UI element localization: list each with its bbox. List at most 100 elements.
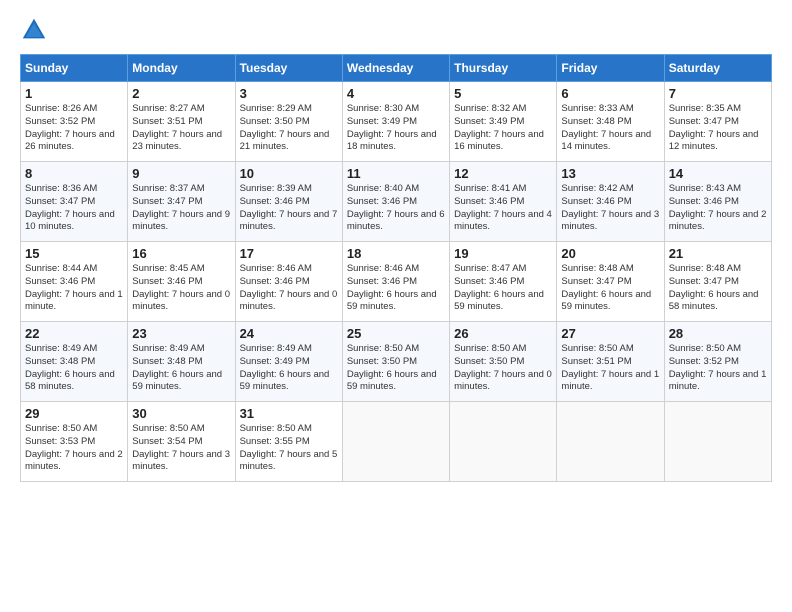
- calendar-cell: 27 Sunrise: 8:50 AM Sunset: 3:51 PM Dayl…: [557, 322, 664, 402]
- calendar-page: SundayMondayTuesdayWednesdayThursdayFrid…: [0, 0, 792, 612]
- daylight-text: Daylight: 7 hours and 2 minutes.: [25, 449, 123, 473]
- calendar-cell: 15 Sunrise: 8:44 AM Sunset: 3:46 PM Dayl…: [21, 242, 128, 322]
- sunset-text: Sunset: 3:53 PM: [25, 436, 95, 447]
- calendar-week-5: 29 Sunrise: 8:50 AM Sunset: 3:53 PM Dayl…: [21, 402, 772, 482]
- sunset-text: Sunset: 3:49 PM: [347, 116, 417, 127]
- sunset-text: Sunset: 3:47 PM: [669, 116, 739, 127]
- sunrise-text: Sunrise: 8:50 AM: [25, 423, 97, 434]
- sunrise-text: Sunrise: 8:50 AM: [669, 343, 741, 354]
- cell-content: Sunrise: 8:50 AM Sunset: 3:52 PM Dayligh…: [669, 343, 767, 394]
- daylight-text: Daylight: 6 hours and 58 minutes.: [669, 289, 759, 313]
- weekday-header-saturday: Saturday: [664, 55, 771, 82]
- daylight-text: Daylight: 7 hours and 9 minutes.: [132, 209, 230, 233]
- sunset-text: Sunset: 3:46 PM: [132, 276, 202, 287]
- cell-content: Sunrise: 8:44 AM Sunset: 3:46 PM Dayligh…: [25, 263, 123, 314]
- daylight-text: Daylight: 7 hours and 1 minute.: [561, 369, 659, 393]
- day-number: 10: [240, 166, 338, 181]
- calendar-cell: 23 Sunrise: 8:49 AM Sunset: 3:48 PM Dayl…: [128, 322, 235, 402]
- calendar-cell: 22 Sunrise: 8:49 AM Sunset: 3:48 PM Dayl…: [21, 322, 128, 402]
- daylight-text: Daylight: 7 hours and 0 minutes.: [454, 369, 552, 393]
- sunrise-text: Sunrise: 8:46 AM: [240, 263, 312, 274]
- sunset-text: Sunset: 3:46 PM: [669, 196, 739, 207]
- calendar-cell: 17 Sunrise: 8:46 AM Sunset: 3:46 PM Dayl…: [235, 242, 342, 322]
- cell-content: Sunrise: 8:46 AM Sunset: 3:46 PM Dayligh…: [347, 263, 445, 314]
- calendar-cell: 8 Sunrise: 8:36 AM Sunset: 3:47 PM Dayli…: [21, 162, 128, 242]
- day-number: 31: [240, 406, 338, 421]
- calendar-cell: 7 Sunrise: 8:35 AM Sunset: 3:47 PM Dayli…: [664, 82, 771, 162]
- sunrise-text: Sunrise: 8:26 AM: [25, 103, 97, 114]
- day-number: 11: [347, 166, 445, 181]
- calendar-cell: [664, 402, 771, 482]
- sunrise-text: Sunrise: 8:49 AM: [25, 343, 97, 354]
- day-number: 19: [454, 246, 552, 261]
- day-number: 6: [561, 86, 659, 101]
- sunset-text: Sunset: 3:46 PM: [240, 276, 310, 287]
- cell-content: Sunrise: 8:50 AM Sunset: 3:51 PM Dayligh…: [561, 343, 659, 394]
- sunrise-text: Sunrise: 8:48 AM: [561, 263, 633, 274]
- cell-content: Sunrise: 8:45 AM Sunset: 3:46 PM Dayligh…: [132, 263, 230, 314]
- calendar-cell: 28 Sunrise: 8:50 AM Sunset: 3:52 PM Dayl…: [664, 322, 771, 402]
- cell-content: Sunrise: 8:42 AM Sunset: 3:46 PM Dayligh…: [561, 183, 659, 234]
- daylight-text: Daylight: 7 hours and 16 minutes.: [454, 129, 544, 153]
- day-number: 18: [347, 246, 445, 261]
- day-number: 29: [25, 406, 123, 421]
- calendar-cell: 2 Sunrise: 8:27 AM Sunset: 3:51 PM Dayli…: [128, 82, 235, 162]
- cell-content: Sunrise: 8:27 AM Sunset: 3:51 PM Dayligh…: [132, 103, 230, 154]
- cell-content: Sunrise: 8:40 AM Sunset: 3:46 PM Dayligh…: [347, 183, 445, 234]
- daylight-text: Daylight: 6 hours and 59 minutes.: [132, 369, 222, 393]
- cell-content: Sunrise: 8:48 AM Sunset: 3:47 PM Dayligh…: [561, 263, 659, 314]
- sunset-text: Sunset: 3:46 PM: [25, 276, 95, 287]
- sunset-text: Sunset: 3:46 PM: [561, 196, 631, 207]
- calendar-body: 1 Sunrise: 8:26 AM Sunset: 3:52 PM Dayli…: [21, 82, 772, 482]
- day-number: 30: [132, 406, 230, 421]
- calendar-cell: 5 Sunrise: 8:32 AM Sunset: 3:49 PM Dayli…: [450, 82, 557, 162]
- sunrise-text: Sunrise: 8:39 AM: [240, 183, 312, 194]
- calendar-cell: 26 Sunrise: 8:50 AM Sunset: 3:50 PM Dayl…: [450, 322, 557, 402]
- sunrise-text: Sunrise: 8:50 AM: [132, 423, 204, 434]
- sunset-text: Sunset: 3:47 PM: [669, 276, 739, 287]
- cell-content: Sunrise: 8:43 AM Sunset: 3:46 PM Dayligh…: [669, 183, 767, 234]
- calendar-cell: 20 Sunrise: 8:48 AM Sunset: 3:47 PM Dayl…: [557, 242, 664, 322]
- sunrise-text: Sunrise: 8:33 AM: [561, 103, 633, 114]
- weekday-header-sunday: Sunday: [21, 55, 128, 82]
- daylight-text: Daylight: 7 hours and 2 minutes.: [669, 209, 767, 233]
- day-number: 3: [240, 86, 338, 101]
- daylight-text: Daylight: 6 hours and 59 minutes.: [454, 289, 544, 313]
- sunset-text: Sunset: 3:55 PM: [240, 436, 310, 447]
- cell-content: Sunrise: 8:26 AM Sunset: 3:52 PM Dayligh…: [25, 103, 123, 154]
- calendar-cell: 4 Sunrise: 8:30 AM Sunset: 3:49 PM Dayli…: [342, 82, 449, 162]
- calendar-cell: 13 Sunrise: 8:42 AM Sunset: 3:46 PM Dayl…: [557, 162, 664, 242]
- cell-content: Sunrise: 8:36 AM Sunset: 3:47 PM Dayligh…: [25, 183, 123, 234]
- day-number: 27: [561, 326, 659, 341]
- sunrise-text: Sunrise: 8:50 AM: [454, 343, 526, 354]
- weekday-header-thursday: Thursday: [450, 55, 557, 82]
- sunset-text: Sunset: 3:46 PM: [454, 196, 524, 207]
- day-number: 22: [25, 326, 123, 341]
- daylight-text: Daylight: 6 hours and 59 minutes.: [347, 289, 437, 313]
- daylight-text: Daylight: 7 hours and 14 minutes.: [561, 129, 651, 153]
- sunset-text: Sunset: 3:47 PM: [561, 276, 631, 287]
- cell-content: Sunrise: 8:37 AM Sunset: 3:47 PM Dayligh…: [132, 183, 230, 234]
- sunrise-text: Sunrise: 8:47 AM: [454, 263, 526, 274]
- daylight-text: Daylight: 7 hours and 5 minutes.: [240, 449, 338, 473]
- calendar-cell: 30 Sunrise: 8:50 AM Sunset: 3:54 PM Dayl…: [128, 402, 235, 482]
- cell-content: Sunrise: 8:41 AM Sunset: 3:46 PM Dayligh…: [454, 183, 552, 234]
- cell-content: Sunrise: 8:47 AM Sunset: 3:46 PM Dayligh…: [454, 263, 552, 314]
- sunrise-text: Sunrise: 8:27 AM: [132, 103, 204, 114]
- calendar-week-4: 22 Sunrise: 8:49 AM Sunset: 3:48 PM Dayl…: [21, 322, 772, 402]
- cell-content: Sunrise: 8:48 AM Sunset: 3:47 PM Dayligh…: [669, 263, 767, 314]
- day-number: 17: [240, 246, 338, 261]
- day-number: 24: [240, 326, 338, 341]
- sunrise-text: Sunrise: 8:50 AM: [240, 423, 312, 434]
- sunset-text: Sunset: 3:48 PM: [561, 116, 631, 127]
- daylight-text: Daylight: 7 hours and 10 minutes.: [25, 209, 115, 233]
- weekday-row: SundayMondayTuesdayWednesdayThursdayFrid…: [21, 55, 772, 82]
- sunset-text: Sunset: 3:48 PM: [25, 356, 95, 367]
- daylight-text: Daylight: 7 hours and 7 minutes.: [240, 209, 338, 233]
- day-number: 14: [669, 166, 767, 181]
- day-number: 13: [561, 166, 659, 181]
- cell-content: Sunrise: 8:50 AM Sunset: 3:50 PM Dayligh…: [347, 343, 445, 394]
- sunset-text: Sunset: 3:49 PM: [240, 356, 310, 367]
- cell-content: Sunrise: 8:49 AM Sunset: 3:48 PM Dayligh…: [25, 343, 123, 394]
- daylight-text: Daylight: 7 hours and 4 minutes.: [454, 209, 552, 233]
